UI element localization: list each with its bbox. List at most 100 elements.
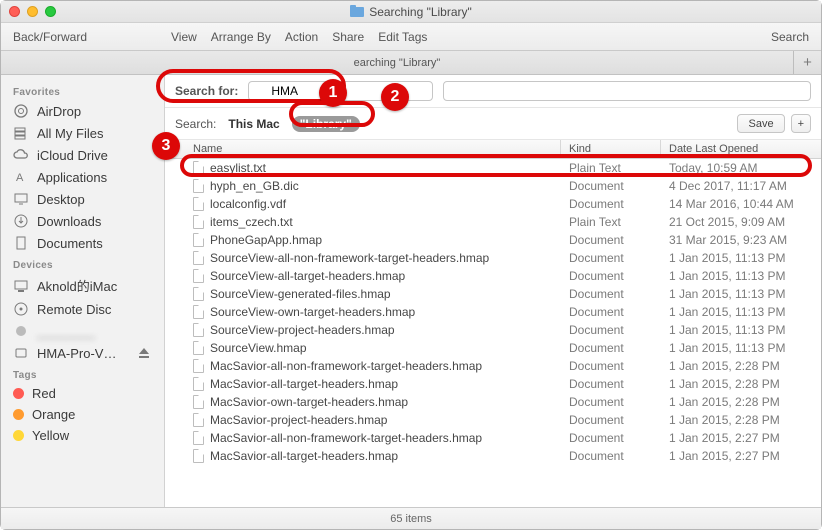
- sidebar-item-device[interactable]: HMA-Pro-V…: [1, 342, 164, 364]
- sidebar-item-airdrop[interactable]: AirDrop: [1, 100, 164, 122]
- sidebar-item-desktop[interactable]: Desktop: [1, 188, 164, 210]
- annotation-oval-1: [156, 69, 346, 103]
- sidebar-head-devices: Devices: [1, 254, 164, 273]
- tag-dot-icon: [13, 430, 24, 441]
- allfiles-icon: [13, 125, 29, 141]
- scope-this-mac[interactable]: This Mac: [228, 117, 279, 131]
- file-date: 1 Jan 2015, 2:28 PM: [661, 395, 821, 409]
- sidebar-head-tags: Tags: [1, 364, 164, 383]
- file-kind: Document: [561, 269, 661, 283]
- file-name: localconfig.vdf: [210, 197, 286, 211]
- file-name: items_czech.txt: [210, 215, 293, 229]
- sidebar-item-downloads[interactable]: Downloads: [1, 210, 164, 232]
- file-row[interactable]: MacSavior-all-target-headers.hmap Docume…: [165, 375, 821, 393]
- file-date: 14 Mar 2016, 10:44 AM: [661, 197, 821, 211]
- file-icon: [193, 377, 204, 391]
- sidebar-item-label: ________: [37, 324, 95, 339]
- sidebar-item-label: AirDrop: [37, 104, 81, 119]
- file-icon: [193, 269, 204, 283]
- toolbar-share[interactable]: Share: [332, 30, 364, 44]
- file-date: 1 Jan 2015, 11:13 PM: [661, 251, 821, 265]
- sidebar-item-label: All My Files: [37, 126, 103, 141]
- file-icon: [193, 197, 204, 211]
- file-row[interactable]: SourceView-all-target-headers.hmap Docum…: [165, 267, 821, 285]
- scope-label: Search:: [175, 117, 216, 131]
- sidebar-item-device[interactable]: ________: [1, 320, 164, 342]
- sidebar-item-device[interactable]: Remote Disc: [1, 298, 164, 320]
- sidebar-tag-item[interactable]: Yellow: [1, 425, 164, 446]
- eject-icon[interactable]: [136, 345, 152, 361]
- sidebar-item-label: iCloud Drive: [37, 148, 108, 163]
- toolbar-search[interactable]: Search: [771, 30, 809, 44]
- documents-icon: [13, 235, 29, 251]
- sidebar-item-label: Documents: [37, 236, 103, 251]
- tab-current[interactable]: earching "Library": [1, 51, 793, 74]
- sidebar-item-label: Orange: [32, 407, 75, 422]
- file-row[interactable]: localconfig.vdf Document 14 Mar 2016, 10…: [165, 195, 821, 213]
- sidebar-item-label: HMA-Pro-V…: [37, 346, 116, 361]
- file-name: MacSavior-all-target-headers.hmap: [210, 449, 398, 463]
- file-date: 1 Jan 2015, 11:13 PM: [661, 323, 821, 337]
- file-name: SourceView-all-target-headers.hmap: [210, 269, 405, 283]
- save-button[interactable]: Save: [737, 114, 784, 133]
- file-name: MacSavior-all-non-framework-target-heade…: [210, 359, 482, 373]
- toolbar: Back/Forward View Arrange By Action Shar…: [1, 23, 821, 51]
- file-row[interactable]: SourceView-generated-files.hmap Document…: [165, 285, 821, 303]
- file-name: PhoneGapApp.hmap: [210, 233, 322, 247]
- file-row[interactable]: SourceView-project-headers.hmap Document…: [165, 321, 821, 339]
- file-icon: [193, 359, 204, 373]
- sidebar-item-label: Remote Disc: [37, 302, 111, 317]
- search-filter-input[interactable]: [443, 81, 811, 101]
- sidebar-item-documents[interactable]: Documents: [1, 232, 164, 254]
- file-kind: Document: [561, 359, 661, 373]
- file-date: 1 Jan 2015, 11:13 PM: [661, 305, 821, 319]
- file-row[interactable]: MacSavior-own-target-headers.hmap Docume…: [165, 393, 821, 411]
- file-row[interactable]: SourceView-all-non-framework-target-head…: [165, 249, 821, 267]
- file-kind: Document: [561, 305, 661, 319]
- toolbar-action[interactable]: Action: [285, 30, 318, 44]
- file-icon: [193, 413, 204, 427]
- sidebar-item-device[interactable]: Aknold的iMac: [1, 273, 164, 298]
- file-date: 4 Dec 2017, 11:17 AM: [661, 179, 821, 193]
- file-kind: Document: [561, 395, 661, 409]
- tab-add-button[interactable]: +: [793, 51, 821, 74]
- file-date: 1 Jan 2015, 2:27 PM: [661, 449, 821, 463]
- file-icon: [193, 449, 204, 463]
- file-kind: Document: [561, 287, 661, 301]
- computer-icon: [13, 278, 29, 294]
- sidebar-tag-item[interactable]: Orange: [1, 404, 164, 425]
- file-kind: Document: [561, 413, 661, 427]
- file-row[interactable]: PhoneGapApp.hmap Document 31 Mar 2015, 9…: [165, 231, 821, 249]
- sidebar-item-allfiles[interactable]: All My Files: [1, 122, 164, 144]
- file-name: SourceView-all-non-framework-target-head…: [210, 251, 489, 265]
- file-name: SourceView-generated-files.hmap: [210, 287, 391, 301]
- toolbar-edit-tags[interactable]: Edit Tags: [378, 30, 427, 44]
- file-row[interactable]: SourceView.hmap Document 1 Jan 2015, 11:…: [165, 339, 821, 357]
- file-kind: Document: [561, 233, 661, 247]
- results-list[interactable]: easylist.txt Plain Text Today, 10:59 AM …: [165, 159, 821, 507]
- sidebar-tag-item[interactable]: Red: [1, 383, 164, 404]
- sidebar-item-label: Yellow: [32, 428, 69, 443]
- file-row[interactable]: items_czech.txt Plain Text 21 Oct 2015, …: [165, 213, 821, 231]
- toolbar-arrange-by[interactable]: Arrange By: [211, 30, 271, 44]
- toolbar-view[interactable]: View: [171, 30, 197, 44]
- sidebar-item-label: Aknold的iMac: [37, 276, 117, 295]
- file-row[interactable]: hyph_en_GB.dic Document 4 Dec 2017, 11:1…: [165, 177, 821, 195]
- disk-icon: [13, 345, 29, 361]
- sidebar-item-apps[interactable]: A Applications: [1, 166, 164, 188]
- add-criteria-button[interactable]: +: [791, 114, 811, 133]
- file-icon: [193, 179, 204, 193]
- file-name: MacSavior-own-target-headers.hmap: [210, 395, 408, 409]
- file-row[interactable]: MacSavior-project-headers.hmap Document …: [165, 411, 821, 429]
- file-row[interactable]: SourceView-own-target-headers.hmap Docum…: [165, 303, 821, 321]
- file-row[interactable]: MacSavior-all-non-framework-target-heade…: [165, 357, 821, 375]
- file-kind: Plain Text: [561, 215, 661, 229]
- annotation-oval-3: [180, 154, 812, 177]
- sidebar-item-icloud[interactable]: iCloud Drive: [1, 144, 164, 166]
- file-name: SourceView-project-headers.hmap: [210, 323, 395, 337]
- file-row[interactable]: MacSavior-all-non-framework-target-heade…: [165, 429, 821, 447]
- file-row[interactable]: MacSavior-all-target-headers.hmap Docume…: [165, 447, 821, 465]
- back-forward-buttons[interactable]: Back/Forward: [13, 30, 87, 44]
- file-name: hyph_en_GB.dic: [210, 179, 299, 193]
- tag-dot-icon: [13, 388, 24, 399]
